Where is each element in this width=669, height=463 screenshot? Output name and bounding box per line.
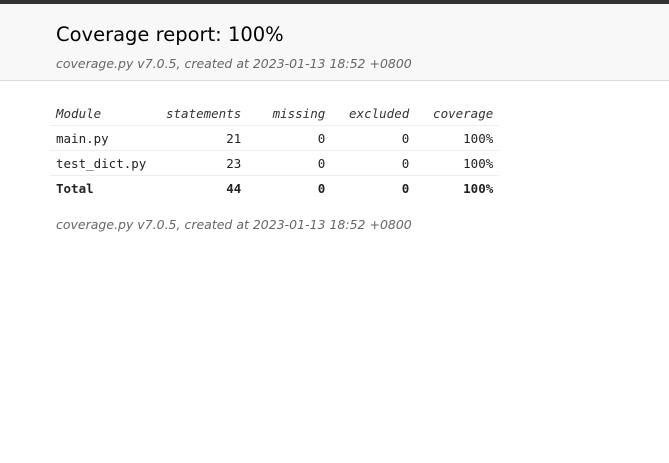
total-coverage: 100%	[415, 175, 500, 200]
total-label: Total	[50, 175, 160, 200]
total-excluded: 0	[331, 175, 416, 200]
footer-coverage-py-link[interactable]: coverage.py v7.0.5, created at 2023-01-1…	[56, 217, 412, 232]
table-header-row: Module statements missing excluded cover…	[50, 101, 500, 126]
missing-cell: 0	[247, 150, 332, 176]
module-link[interactable]: main.py	[50, 125, 160, 151]
column-header-module[interactable]: Module	[50, 101, 160, 126]
table-row: test_dict.py 23 0 0 100%	[50, 150, 500, 176]
page-title: Coverage report: 100%	[56, 23, 284, 46]
statements-cell: 23	[160, 150, 248, 176]
column-header-missing[interactable]: missing	[247, 101, 332, 126]
coverage-table: Module statements missing excluded cover…	[50, 101, 500, 200]
report-main: Module statements missing excluded cover…	[0, 101, 669, 232]
coverage-cell: 100%	[415, 150, 500, 176]
excluded-cell: 0	[331, 150, 416, 176]
statements-cell: 21	[160, 125, 248, 151]
column-header-excluded[interactable]: excluded	[331, 101, 416, 126]
created-info: coverage.py v7.0.5, created at 2023-01-1…	[56, 56, 669, 72]
missing-cell: 0	[247, 125, 332, 151]
module-link[interactable]: test_dict.py	[50, 150, 160, 176]
total-statements: 44	[160, 175, 248, 200]
column-header-statements[interactable]: statements	[160, 101, 248, 126]
table-row: main.py 21 0 0 100%	[50, 125, 500, 151]
coverage-py-link[interactable]: coverage.py v7.0.5, created at 2023-01-1…	[56, 56, 412, 71]
coverage-cell: 100%	[415, 125, 500, 151]
total-missing: 0	[247, 175, 332, 200]
footer-created-info: coverage.py v7.0.5, created at 2023-01-1…	[56, 217, 669, 232]
total-row: Total 44 0 0 100%	[50, 175, 500, 200]
column-header-coverage[interactable]: coverage	[415, 101, 500, 126]
excluded-cell: 0	[331, 125, 416, 151]
report-header: Coverage report: 100% coverage.py v7.0.5…	[0, 4, 669, 81]
